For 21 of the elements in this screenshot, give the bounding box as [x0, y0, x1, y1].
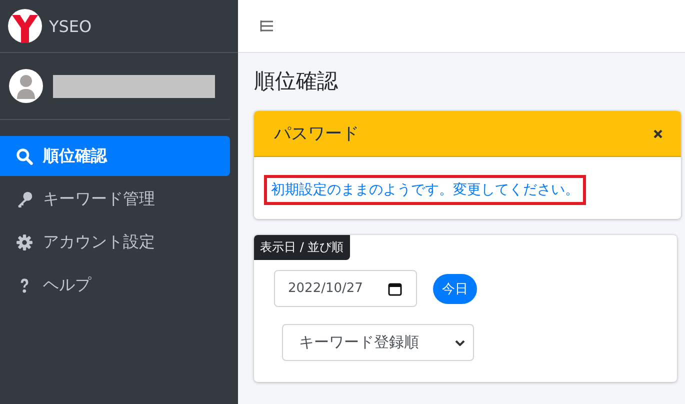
- search-icon: [16, 148, 33, 164]
- nav-item[interactable]: キーワード管理: [0, 179, 230, 219]
- alert-link[interactable]: 初期設定のままのようです。変更してください。: [264, 175, 586, 205]
- date-field[interactable]: 2022/10/27: [274, 270, 417, 307]
- menu-icon[interactable]: [260, 20, 274, 32]
- alert-title: パスワード: [274, 123, 359, 145]
- today-button[interactable]: 今日: [433, 274, 477, 304]
- avatar-icon: [9, 69, 43, 103]
- logo-icon: [8, 9, 42, 43]
- filter-label: 表示日 / 並び順: [254, 235, 350, 260]
- gear-icon: [16, 234, 33, 250]
- key-icon: [16, 190, 33, 208]
- brand-name: YSEO: [49, 16, 92, 36]
- nav-item[interactable]: ヘルプ: [0, 265, 230, 305]
- nav-item[interactable]: アカウント設定: [0, 222, 230, 262]
- page-title: 順位確認: [254, 68, 339, 95]
- calendar-icon[interactable]: [388, 282, 402, 296]
- chevron-down-icon: [455, 340, 465, 346]
- close-icon[interactable]: [653, 128, 663, 138]
- sort-dropdown[interactable]: キーワード登録順: [282, 324, 474, 361]
- nav-item[interactable]: 順位確認: [0, 136, 230, 176]
